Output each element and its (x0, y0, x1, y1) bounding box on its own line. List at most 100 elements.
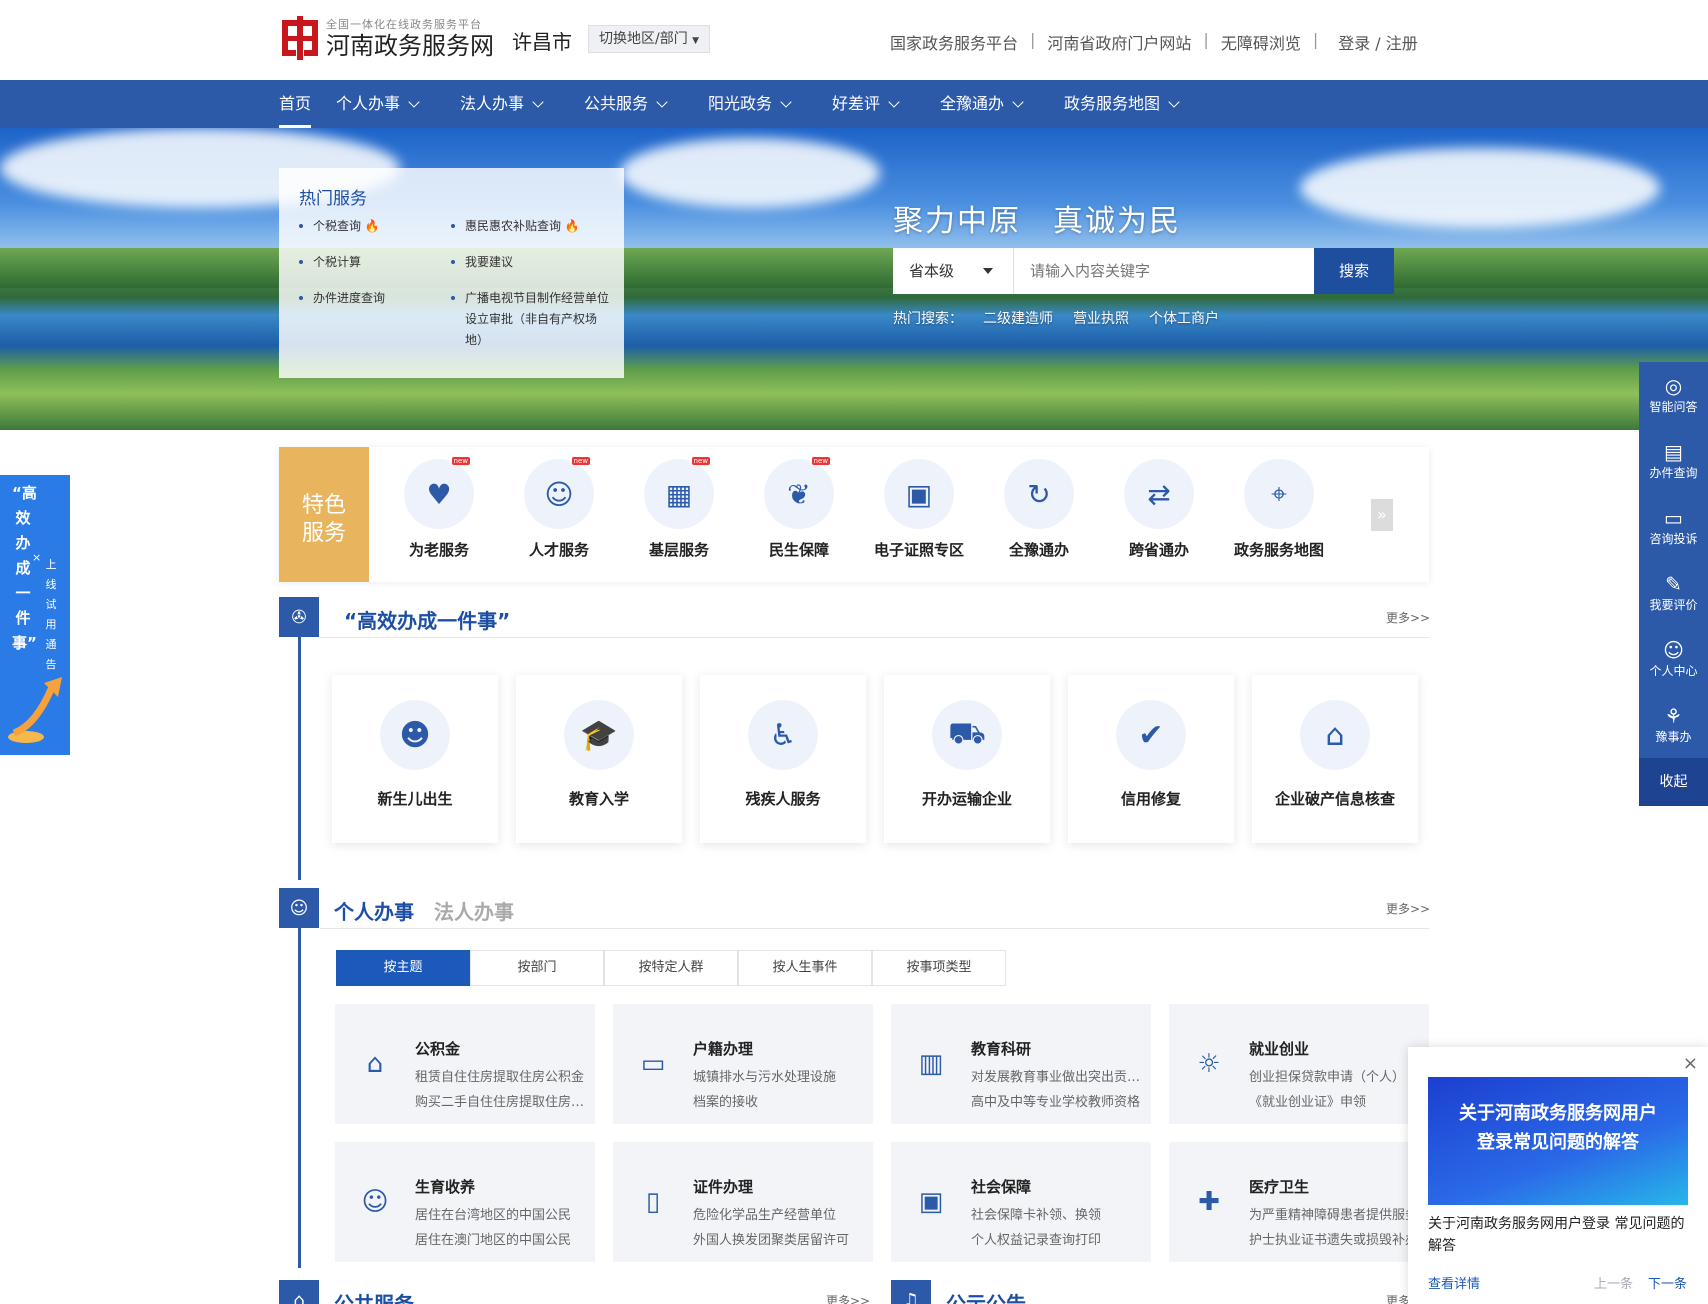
tile-link[interactable]: 购买二手自住住房提取住房公积金 (415, 1091, 585, 1110)
efficient-more-link[interactable]: 更多>> (1386, 609, 1430, 626)
nav-province-wide[interactable]: 全豫通办 (940, 80, 1024, 128)
special-service-item[interactable]: ☺ new 人才服务 (504, 457, 614, 560)
nav-label: 公共服务 (584, 94, 649, 113)
special-service-item[interactable]: ♥ new 为老服务 (384, 457, 494, 560)
special-service-item[interactable]: ▣ 电子证照专区 (864, 459, 974, 560)
legal-tab-title[interactable]: 法人办事 (434, 896, 514, 925)
sidebar-collapse-button[interactable]: 收起 (1639, 758, 1708, 806)
nav-evaluation[interactable]: 好差评 (832, 80, 900, 128)
sidebar-item-evaluate[interactable]: ✎ 我要评价 (1639, 560, 1708, 626)
hot-service-item[interactable]: 个税计算 (298, 252, 361, 273)
special-service-item[interactable]: ▦ new 基层服务 (624, 457, 734, 560)
topic-tile[interactable]: ▭ 户籍办理 城镇排水与污水处理设施 档案的接收 (613, 1004, 873, 1124)
wheelchair-icon: ♿ (769, 717, 797, 753)
chevron-down-icon (408, 96, 420, 108)
public-more-link[interactable]: 更多>> (826, 1292, 870, 1304)
tile-link[interactable]: 危险化学品生产经营单位 (693, 1204, 863, 1223)
nav-personal[interactable]: 个人办事 (336, 80, 420, 128)
sidebar-item-yushiban[interactable]: ⚘ 豫事办 (1639, 692, 1708, 758)
topic-tile[interactable]: ☼ 就业创业 创业担保贷款申请（个人） 《就业创业证》申领 (1169, 1004, 1429, 1124)
personal-tab-title[interactable]: 个人办事 (334, 896, 414, 925)
tile-link[interactable]: 租赁自住住房提取住房公积金 (415, 1066, 585, 1085)
search-button[interactable]: 搜索 (1314, 248, 1394, 294)
tile-link[interactable]: 《就业创业证》申领 (1249, 1091, 1419, 1110)
topic-tile[interactable]: ▯ 证件办理 危险化学品生产经营单位 外国人换发团聚类居留许可 (613, 1142, 873, 1262)
next-arrow-button[interactable]: » (1371, 499, 1393, 531)
sidebar-item-complaint[interactable]: ▭ 咨询投诉 (1639, 494, 1708, 560)
tile-link[interactable]: 创业担保贷款申请（个人） (1249, 1066, 1419, 1085)
efficient-card[interactable]: ✔ 信用修复 (1068, 675, 1234, 843)
nav-legal[interactable]: 法人办事 (460, 80, 544, 128)
topic-tile[interactable]: ▣ 社会保障 社会保障卡补领、换领 个人权益记录查询打印 (891, 1142, 1151, 1262)
hot-search-link[interactable]: 个体工商户 (1149, 308, 1219, 328)
efficient-card[interactable]: ♿ 残疾人服务 (700, 675, 866, 843)
tab-by-theme[interactable]: 按主题 (336, 950, 470, 986)
link-national-platform[interactable]: 国家政务服务平台 (890, 30, 1018, 54)
efficient-card[interactable]: ⛟ 开办运输企业 (884, 675, 1050, 843)
nav-home[interactable]: 首页 (279, 80, 312, 128)
left-float-ad[interactable]: “高效办成一件事” × 上线试用通告 (0, 475, 70, 755)
hot-service-item[interactable]: 办件进度查询 (298, 288, 385, 309)
nav-public[interactable]: 公共服务 (584, 80, 668, 128)
hot-service-item[interactable]: 广播电视节目制作经营单位设立审批（非自有产权场地） (451, 288, 613, 351)
link-accessibility[interactable]: 无障碍浏览 (1221, 30, 1301, 54)
notice-text[interactable]: 关于河南政务服务网用户登录 常见问题的解答 (1428, 1213, 1693, 1257)
tile-link[interactable]: 个人权益记录查询打印 (971, 1229, 1141, 1248)
search-input[interactable] (1013, 248, 1314, 294)
tile-link[interactable]: 对发展教育事业做出突出贡献的 (971, 1066, 1141, 1085)
notice-banner-image[interactable]: 关于河南政务服务网用户登录常见问题的解答 (1428, 1077, 1688, 1205)
tile-link[interactable]: 社会保障卡补领、换领 (971, 1204, 1141, 1223)
care-icon: ❦ (787, 477, 811, 511)
transfer-icon: ⇄ (1147, 477, 1171, 511)
chat-icon: ▭ (1664, 506, 1683, 530)
view-detail-link[interactable]: 查看详情 (1428, 1273, 1480, 1292)
tile-link[interactable]: 档案的接收 (693, 1091, 863, 1110)
link-henan-portal[interactable]: 河南省政府门户网站 (1047, 30, 1191, 54)
sidebar-item-smart-qa[interactable]: ◎ 智能问答 (1639, 362, 1708, 428)
close-icon[interactable]: × (32, 551, 41, 564)
special-service-label: 政务服务地图 (1233, 541, 1324, 559)
hot-search-link[interactable]: 营业执照 (1073, 308, 1129, 328)
special-service-item[interactable]: ⌖ 政务服务地图 (1224, 459, 1334, 560)
nav-sunshine[interactable]: 阳光政务 (708, 80, 792, 128)
tile-link[interactable]: 居住在澳门地区的中国公民 (415, 1229, 585, 1248)
special-service-item[interactable]: ↻ 全豫通办 (984, 459, 1094, 560)
yushiban-icon: ⚘ (1664, 704, 1683, 728)
hot-service-item[interactable]: 个税查询 🔥 (299, 216, 380, 237)
notice-more-link[interactable]: 更多 (1386, 1292, 1410, 1304)
special-service-item[interactable]: ⇄ 跨省通办 (1104, 459, 1214, 560)
efficient-card[interactable]: 🎓 教育入学 (516, 675, 682, 843)
tile-link[interactable]: 为严重精神障碍患者提供服务 (1249, 1204, 1419, 1223)
hot-service-item[interactable]: 惠民惠农补贴查询 🔥 (451, 216, 580, 237)
close-icon[interactable]: × (1683, 1053, 1698, 1074)
tile-link[interactable]: 外国人换发团聚类居留许可 (693, 1229, 863, 1248)
efficient-card[interactable]: ⌂ 企业破产信息核查 (1252, 675, 1418, 843)
hot-search-link[interactable]: 二级建造师 (983, 308, 1053, 328)
switch-region-button[interactable]: 切换地区/部门 ▼ (588, 25, 711, 53)
personal-more-link[interactable]: 更多>> (1386, 900, 1430, 917)
efficient-card[interactable]: ☻ 新生儿出生 (332, 675, 498, 843)
prev-notice-button[interactable]: 上一条 (1594, 1273, 1633, 1292)
tile-link[interactable]: 居住在台湾地区的中国公民 (415, 1204, 585, 1223)
level-select[interactable]: 省本级 (893, 248, 1013, 294)
compass-icon: ✇ (279, 597, 319, 637)
special-service-item[interactable]: ❦ new 民生保障 (744, 457, 854, 560)
login-register-link[interactable]: 登录 / 注册 (1338, 30, 1418, 54)
nav-service-map[interactable]: 政务服务地图 (1064, 80, 1180, 128)
topic-tile[interactable]: ⌂ 公积金租赁自住住房提取住房公积金购买二手自住住房提取住房公积金 (335, 1004, 595, 1124)
hot-service-item[interactable]: 我要建议 (450, 252, 513, 273)
tab-by-life-event[interactable]: 按人生事件 (738, 950, 872, 986)
site-logo[interactable]: 全国一体化在线政务服务平台 河南政务服务网 (280, 16, 494, 60)
tile-link[interactable]: 城镇排水与污水处理设施 (693, 1066, 863, 1085)
tab-by-group[interactable]: 按特定人群 (604, 950, 738, 986)
next-notice-button[interactable]: 下一条 (1648, 1273, 1687, 1292)
tile-link[interactable]: 护士执业证书遗失或损毁补办 (1249, 1229, 1419, 1248)
topic-tile[interactable]: ☺ 生育收养 居住在台湾地区的中国公民 居住在澳门地区的中国公民 (335, 1142, 595, 1262)
sidebar-item-case-query[interactable]: ▤ 办件查询 (1639, 428, 1708, 494)
topic-tile[interactable]: ▥ 教育科研 对发展教育事业做出突出贡献的 高中及中等专业学校教师资格 (891, 1004, 1151, 1124)
topic-tile[interactable]: ✚ 医疗卫生 为严重精神障碍患者提供服务 护士执业证书遗失或损毁补办 (1169, 1142, 1429, 1262)
tab-by-department[interactable]: 按部门 (470, 950, 604, 986)
tile-link[interactable]: 高中及中等专业学校教师资格 (971, 1091, 1141, 1110)
sidebar-item-personal-center[interactable]: ☺ 个人中心 (1639, 626, 1708, 692)
tab-by-item-type[interactable]: 按事项类型 (872, 950, 1006, 986)
